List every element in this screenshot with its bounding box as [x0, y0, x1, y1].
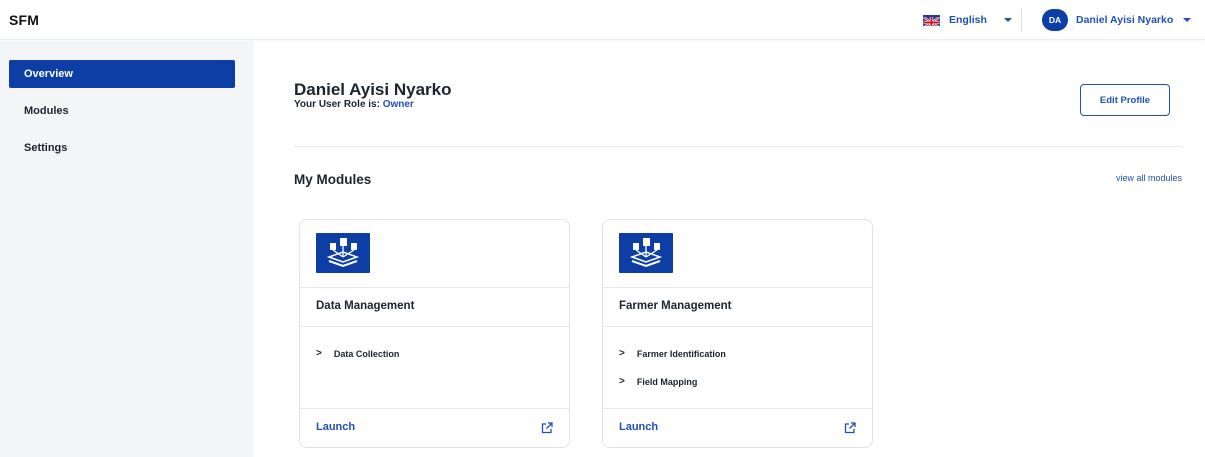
sidebar-item-overview[interactable]: Overview	[9, 60, 235, 88]
user-role-value: Owner	[382, 99, 414, 110]
module-card-data-management: Data Management > Data Collection Launch	[299, 219, 570, 448]
feature-link-data-collection[interactable]: > Data Collection	[316, 348, 399, 359]
language-label: English	[949, 14, 987, 26]
user-role-line: Your User Role is: Owner	[294, 99, 414, 110]
card-divider	[603, 326, 872, 327]
external-link-icon[interactable]	[844, 421, 856, 434]
section-title: My Modules	[294, 172, 372, 187]
chevron-down-icon	[1003, 18, 1012, 22]
sidebar: Overview Modules Settings	[0, 41, 254, 457]
feature-link-farmer-identification[interactable]: > Farmer Identification	[619, 348, 726, 359]
launch-link[interactable]: Launch	[316, 421, 355, 433]
chevron-down-icon	[1183, 18, 1192, 22]
module-hierarchy-icon	[619, 233, 673, 273]
sidebar-item-settings[interactable]: Settings	[9, 134, 235, 162]
avatar: DA	[1042, 9, 1068, 31]
user-role-prefix: Your User Role is:	[294, 99, 383, 110]
sidebar-item-modules[interactable]: Modules	[9, 97, 235, 125]
card-divider	[300, 408, 569, 409]
user-name: Daniel Ayisi Nyarko	[1076, 14, 1174, 26]
card-divider	[603, 287, 872, 288]
edit-profile-button[interactable]: Edit Profile	[1080, 84, 1170, 116]
external-link-icon[interactable]	[541, 421, 553, 434]
card-divider	[300, 326, 569, 327]
user-menu[interactable]: DA Daniel Ayisi Nyarko	[1042, 8, 1192, 32]
feature-label: Field Mapping	[636, 376, 698, 387]
app-brand[interactable]: SFM	[9, 12, 39, 28]
uk-flag-icon	[923, 14, 940, 26]
module-hierarchy-icon	[316, 233, 370, 273]
chevron-right-icon: >	[316, 348, 322, 359]
module-card-farmer-management: Farmer Management > Farmer Identificatio…	[602, 219, 873, 448]
header-divider	[1021, 8, 1022, 32]
card-divider	[300, 287, 569, 288]
chevron-right-icon: >	[619, 376, 625, 387]
view-all-modules-link[interactable]: view all modules	[1116, 173, 1182, 183]
card-title: Data Management	[316, 300, 415, 312]
feature-label: Farmer Identification	[636, 348, 726, 359]
feature-label: Data Collection	[333, 348, 400, 359]
language-selector[interactable]: English	[923, 10, 1012, 30]
section-divider	[294, 146, 1181, 147]
chevron-right-icon: >	[619, 348, 625, 359]
feature-link-field-mapping[interactable]: > Field Mapping	[619, 376, 697, 387]
card-title: Farmer Management	[619, 300, 732, 312]
page-title: Daniel Ayisi Nyarko	[294, 80, 452, 99]
card-divider	[603, 408, 872, 409]
top-bar: SFM English DA Daniel Ayisi Nyarko	[0, 0, 1205, 40]
launch-link[interactable]: Launch	[619, 421, 658, 433]
